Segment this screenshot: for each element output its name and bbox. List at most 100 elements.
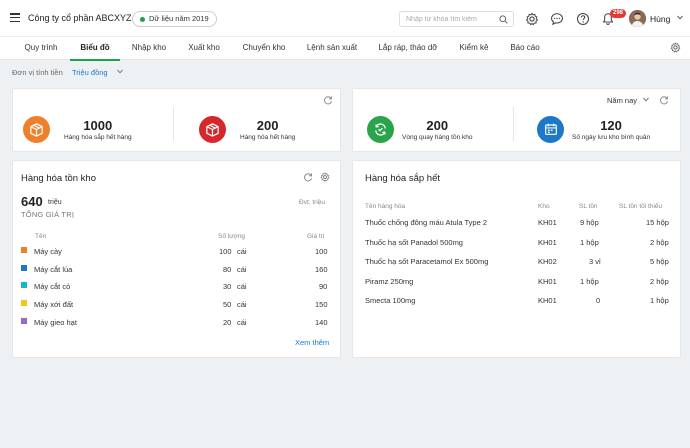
search-input[interactable] — [406, 15, 498, 23]
menu-icon[interactable] — [10, 13, 20, 22]
year-pill-label: Dữ liệu năm 2019 — [149, 14, 209, 23]
item-qty: 30 — [223, 282, 232, 291]
product-name: Smecta 100mg — [365, 296, 416, 305]
box-icon — [23, 115, 50, 143]
status-dot-icon — [140, 16, 145, 22]
stat-value: 1000 — [83, 117, 113, 133]
item-qty: 100 — [219, 247, 232, 256]
chevron-down-icon[interactable] — [643, 97, 649, 102]
table-row[interactable]: Máy cắt lúa 80 cái 160 — [13, 265, 340, 277]
item-name: Máy cắt cỏ — [34, 282, 71, 291]
tab-bieu-do[interactable]: Biểu đồ — [70, 37, 120, 61]
item-unit: cái — [237, 247, 247, 256]
table-row[interactable]: Piramz 250mg KH01 1 hộp 2 hộp — [353, 277, 680, 289]
inventory-metrics-card: Năm nay 200 Vòng quay hàng tồn kho 120 S… — [352, 88, 681, 152]
help-icon[interactable] — [575, 11, 591, 27]
table-row[interactable]: Thuốc hạ sốt Panadol 500mg KH01 1 hộp 2 … — [353, 238, 680, 250]
store-code: KH01 — [538, 277, 557, 286]
tab-lenh-san-xuat[interactable]: Lệnh sản xuất — [298, 37, 366, 60]
divider — [513, 107, 514, 141]
stat-label: Hàng hóa sắp hết hàng — [64, 133, 132, 141]
item-value: 140 — [315, 318, 328, 327]
total-unit: triệu — [48, 199, 62, 206]
refresh-icon[interactable] — [303, 172, 313, 182]
column-header: Tên — [35, 233, 47, 240]
card-title: Hàng hóa tồn kho — [21, 173, 97, 184]
settings-gear-icon[interactable] — [524, 11, 540, 27]
item-unit: cái — [237, 300, 247, 309]
column-header: Số lượng — [218, 233, 246, 240]
legend-swatch — [21, 247, 27, 253]
total-value: 640 — [21, 194, 43, 209]
refresh-icon[interactable] — [659, 95, 669, 105]
stat-out-of-stock[interactable]: 200 Hàng hóa hết hàng — [199, 107, 339, 151]
item-qty: 80 — [223, 265, 232, 274]
inventory-card: Hàng hóa tồn kho 640 triệu TỔNG GIÁ TRỊ … — [12, 160, 341, 358]
unit-note: Đvt: triệu — [299, 199, 326, 206]
currency-unit-select[interactable]: Triệu đồng — [72, 68, 108, 77]
chevron-down-icon[interactable] — [677, 15, 683, 20]
item-name: Máy cày — [34, 247, 62, 256]
stat-value: 200 — [256, 117, 279, 133]
min-qty: 5 hộp — [650, 257, 669, 266]
stat-low-stock[interactable]: 1000 Hàng hóa sắp hết hàng — [23, 107, 173, 151]
gear-icon[interactable] — [670, 42, 681, 53]
period-select[interactable]: Năm nay — [607, 96, 637, 105]
stock-qty: 1 hộp — [580, 238, 599, 247]
table-row[interactable]: Smecta 100mg KH01 0 1 hộp — [353, 296, 680, 308]
tab-chuyen-kho[interactable]: Chuyển kho — [234, 37, 294, 60]
item-unit: cái — [237, 282, 247, 291]
item-name: Máy cắt lúa — [34, 265, 73, 274]
total-label: TỔNG GIÁ TRỊ — [21, 210, 75, 219]
table-row[interactable]: Thuốc chống đông máu Atula Type 2 KH01 9… — [353, 218, 680, 230]
chat-icon[interactable] — [549, 11, 565, 27]
tab-quy-trinh[interactable]: Quy trình — [15, 37, 67, 60]
stat-inventory-turnover[interactable]: 200 Vòng quay hàng tồn kho — [367, 107, 517, 151]
min-qty: 2 hộp — [650, 277, 669, 286]
view-more-link[interactable]: Xem thêm — [295, 338, 329, 347]
company-name: Công ty cổ phần ABCXYZ — [28, 13, 132, 23]
tab-xuat-kho[interactable]: Xuất kho — [178, 37, 230, 60]
search-icon[interactable] — [499, 15, 508, 24]
table-row[interactable]: Thuốc hạ sốt Paracetamol Ex 500mg KH02 3… — [353, 257, 680, 269]
gear-icon[interactable] — [320, 172, 330, 182]
stat-avg-storage-days[interactable]: 120 Số ngày lưu kho bình quân — [537, 107, 679, 151]
column-header: SL tồn — [579, 203, 598, 210]
column-header: Giá trị — [307, 233, 325, 240]
table-row[interactable]: Máy gieo hạt 20 cái 140 — [13, 318, 340, 330]
legend-swatch — [21, 318, 27, 324]
item-value: 100 — [315, 247, 328, 256]
store-code: KH01 — [538, 238, 557, 247]
stat-label: Vòng quay hàng tồn kho — [402, 133, 473, 141]
refresh-icon[interactable] — [323, 95, 333, 105]
tab-bao-cao[interactable]: Báo cáo — [502, 37, 548, 60]
column-header: Tên hàng hóa — [365, 203, 406, 210]
stock-qty: 0 — [596, 296, 601, 305]
year-selector[interactable]: Dữ liệu năm 2019 — [132, 11, 217, 27]
min-qty: 1 hộp — [650, 296, 669, 305]
table-row[interactable]: Máy xới đất 50 cái 150 — [13, 300, 340, 312]
product-name: Thuốc hạ sốt Panadol 500mg — [365, 238, 463, 247]
avatar[interactable] — [629, 10, 646, 27]
item-unit: cái — [237, 318, 247, 327]
item-name: Máy gieo hạt — [34, 318, 77, 327]
stock-qty: 3 vỉ — [589, 257, 601, 266]
store-code: KH01 — [538, 218, 557, 227]
main-nav: Quy trình Biểu đồ Nhập kho Xuất kho Chuy… — [0, 36, 690, 61]
top-bar: Công ty cổ phần ABCXYZ Dữ liệu năm 2019 … — [0, 0, 690, 36]
user-name[interactable]: Hùng — [650, 14, 670, 24]
divider — [173, 107, 174, 141]
calendar-icon — [537, 115, 564, 143]
chevron-down-icon[interactable] — [117, 69, 123, 74]
box-icon — [199, 115, 226, 143]
tab-kiem-ke[interactable]: Kiểm kê — [450, 37, 498, 60]
app-frame: Công ty cổ phần ABCXYZ Dữ liệu năm 2019 … — [0, 0, 690, 448]
tab-nhap-kho[interactable]: Nhập kho — [124, 37, 174, 60]
low-stock-card: Hàng hóa sắp hết Tên hàng hóa Kho SL tồn… — [352, 160, 681, 358]
tab-lap-rap-thao-do[interactable]: Lắp ráp, tháo dỡ — [370, 37, 446, 60]
currency-unit-label: Đơn vị tính tiền — [12, 68, 63, 77]
table-row[interactable]: Máy cày 100 cái 100 — [13, 247, 340, 259]
stat-value: 200 — [426, 117, 449, 133]
table-row[interactable]: Máy cắt cỏ 30 cái 90 — [13, 282, 340, 294]
store-code: KH01 — [538, 296, 557, 305]
